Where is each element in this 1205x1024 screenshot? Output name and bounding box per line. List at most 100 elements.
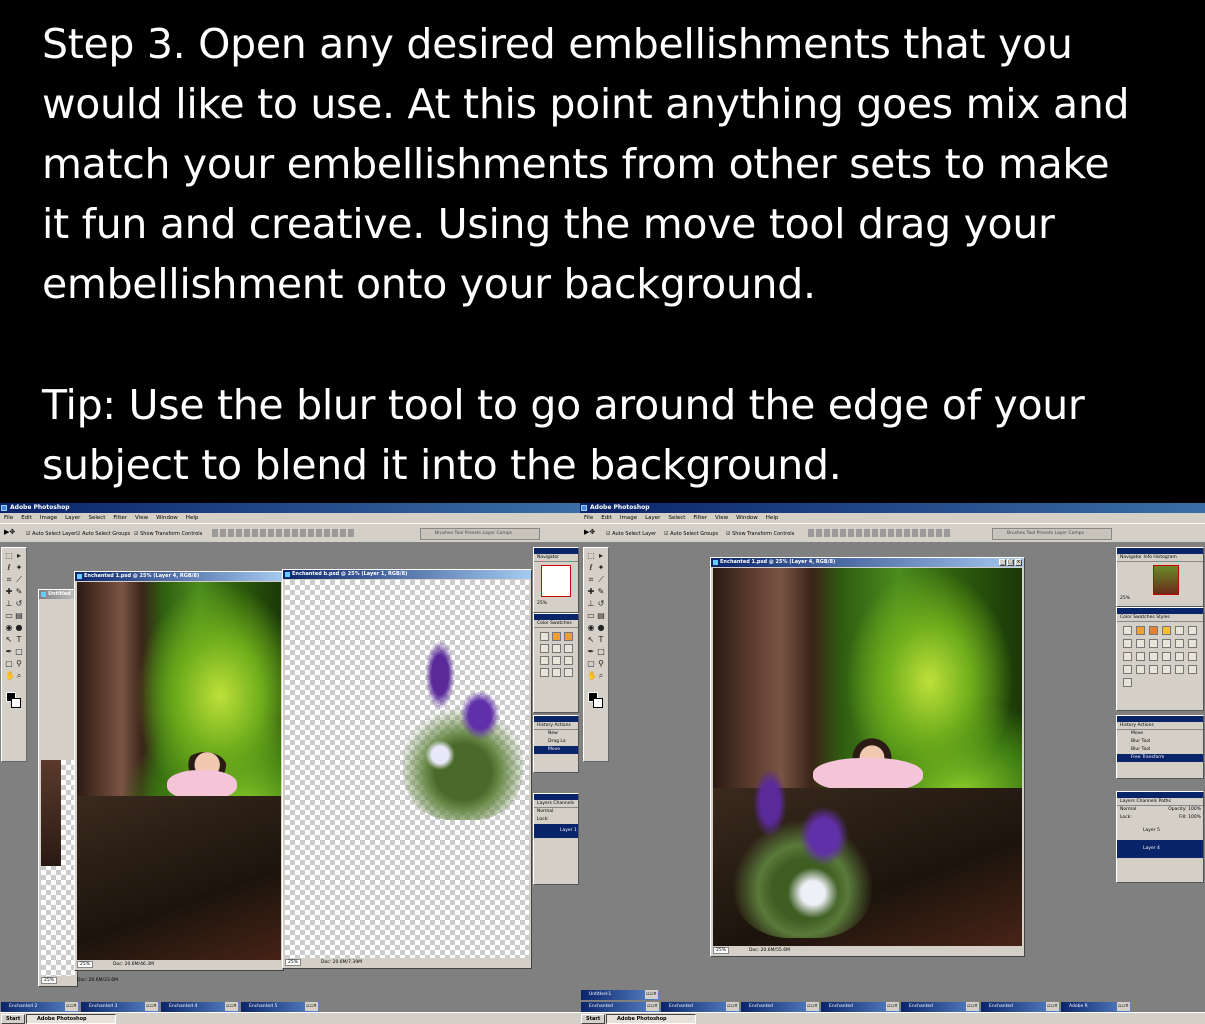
palette-well[interactable]: Brushes Tool Presets Layer Comps (992, 528, 1112, 540)
history-item[interactable]: Move (1117, 730, 1203, 738)
crop-tool-icon[interactable]: ⌗ (587, 576, 595, 584)
color-tabs[interactable]: Color Swatches (534, 620, 578, 628)
heal-tool-icon[interactable]: ✚ (587, 588, 595, 596)
move-tool-icon[interactable]: ▸ (15, 552, 23, 560)
palette-well[interactable]: Brushes Tool Presets Layer Comps (420, 528, 540, 540)
pen-tool-icon[interactable]: ✒ (5, 648, 13, 656)
menu-image[interactable]: Image (40, 515, 57, 521)
eyedropper-tool-icon[interactable]: ⚲ (15, 660, 23, 668)
path-tool-icon[interactable]: ↖ (5, 636, 13, 644)
menu-image[interactable]: Image (620, 515, 637, 521)
navigator-zoom[interactable]: 25% (534, 600, 578, 608)
dodge-tool-icon[interactable]: ● (597, 624, 605, 632)
menu-layer[interactable]: Layer (65, 515, 80, 521)
move-tool-icon[interactable]: ▶✥ (4, 528, 15, 536)
menu-file[interactable]: File (584, 515, 593, 521)
lasso-tool-icon[interactable]: ℓ (5, 564, 13, 572)
blend-mode-row[interactable]: Normal Opacity: 100% (1117, 806, 1203, 814)
auto-select-groups-checkbox[interactable]: ☑ Auto Select Groups (664, 531, 718, 537)
start-button[interactable]: Start (1, 1014, 26, 1024)
hand-tool-icon[interactable]: ✋ (5, 672, 15, 680)
color-panel[interactable]: Color Swatches Styles (1116, 607, 1204, 711)
hand-tool-icon[interactable]: ✋ (587, 672, 597, 680)
menu-view[interactable]: View (135, 515, 148, 521)
history-tabs[interactable]: History Actions (534, 722, 578, 730)
show-transform-controls-checkbox[interactable]: ☑ Show Transform Controls (726, 531, 794, 537)
minimized-doc[interactable]: Adobe R (1061, 1002, 1131, 1012)
history-panel[interactable]: History Actions Move Blur Tool Blur Tool… (1116, 715, 1204, 779)
slice-tool-icon[interactable]: ⟋ (597, 576, 605, 584)
blur-tool-icon[interactable]: ◉ (587, 624, 595, 632)
doc-window-flower[interactable]: Enchanted b.psd @ 25% (Layer 1, RGB/8) 2… (282, 569, 532, 969)
history-item[interactable]: Drag La (534, 738, 578, 746)
toolbox[interactable]: ⬚ ▸ ℓ ✦ ⌗ ⟋ ✚ ✎ ⊥ ↺ ▭ ▤ ◉ ● ↖ T ✒ □ ▢ ⚲ … (583, 547, 609, 762)
wand-tool-icon[interactable]: ✦ (15, 564, 23, 572)
marquee-tool-icon[interactable]: ⬚ (5, 552, 13, 560)
minimized-doc[interactable]: Enchanted 3 (81, 1002, 159, 1012)
minimized-doc[interactable]: Enchanted (741, 1002, 820, 1012)
eraser-tool-icon[interactable]: ▭ (587, 612, 595, 620)
stamp-tool-icon[interactable]: ⊥ (587, 600, 595, 608)
history-item[interactable]: Blur Tool (1117, 738, 1203, 746)
history-item[interactable]: New (534, 730, 578, 738)
blur-tool-icon[interactable]: ◉ (5, 624, 13, 632)
background-color-swatch[interactable] (593, 698, 603, 708)
history-brush-icon[interactable]: ↺ (597, 600, 605, 608)
brush-tool-icon[interactable]: ✎ (597, 588, 605, 596)
shape-tool-icon[interactable]: □ (597, 648, 605, 656)
history-tabs[interactable]: History Actions (1117, 722, 1203, 730)
blend-mode-select[interactable]: Normal (534, 808, 578, 816)
notes-tool-icon[interactable]: ▢ (5, 660, 13, 668)
notes-tool-icon[interactable]: ▢ (587, 660, 595, 668)
pen-tool-icon[interactable]: ✒ (587, 648, 595, 656)
history-panel[interactable]: History Actions New Drag La Move (533, 715, 579, 773)
gradient-tool-icon[interactable]: ▤ (597, 612, 605, 620)
history-item[interactable]: Blur Tool (1117, 746, 1203, 754)
history-item[interactable]: Free Transform (1117, 754, 1203, 762)
minimized-doc[interactable]: Enchanted (901, 1002, 980, 1012)
minimized-doc[interactable]: Enchanted (581, 1002, 660, 1012)
eraser-tool-icon[interactable]: ▭ (5, 612, 13, 620)
menu-filter[interactable]: Filter (693, 515, 707, 521)
menu-filter[interactable]: Filter (113, 515, 127, 521)
type-tool-icon[interactable]: T (15, 636, 23, 644)
color-panel[interactable]: Color Swatches (533, 613, 579, 713)
zoom-tool-icon[interactable]: ⌕ (15, 672, 23, 680)
gradient-tool-icon[interactable]: ▤ (15, 612, 23, 620)
menu-edit[interactable]: Edit (601, 515, 612, 521)
color-tabs[interactable]: Color Swatches Styles (1117, 614, 1203, 622)
show-transform-controls-checkbox[interactable]: ☑ Show Transform Controls (134, 531, 202, 537)
maximize-button[interactable]: □ (1007, 559, 1014, 566)
minimized-doc[interactable]: Enchanted (981, 1002, 1060, 1012)
history-item[interactable]: Move (534, 746, 578, 754)
toolbox[interactable]: ⬚ ▸ ℓ ✦ ⌗ ⟋ ✚ ✎ ⊥ ↺ ▭ ▤ ◉ ● ↖ T ✒ □ ▢ ⚲ … (1, 547, 27, 762)
doc-window-composite[interactable]: Enchanted 1.psd @ 25% (Layer 4, RGB/8) _… (710, 557, 1025, 957)
layers-tabs[interactable]: Layers Channels Paths (1117, 798, 1203, 806)
taskbar-item-photoshop[interactable]: Adobe Photoshop (26, 1014, 116, 1024)
move-tool-icon[interactable]: ▶✥ (584, 528, 595, 536)
dodge-tool-icon[interactable]: ● (15, 624, 23, 632)
menu-select[interactable]: Select (668, 515, 685, 521)
layer-row[interactable]: Layer 1 (534, 824, 578, 838)
menu-view[interactable]: View (715, 515, 728, 521)
start-button[interactable]: Start (581, 1014, 606, 1024)
close-button[interactable]: × (1015, 559, 1022, 566)
minimized-doc[interactable]: Enchanted (821, 1002, 900, 1012)
auto-select-groups-checkbox[interactable]: ☑ Auto Select Groups (76, 531, 130, 537)
history-brush-icon[interactable]: ↺ (15, 600, 23, 608)
menu-window[interactable]: Window (736, 515, 758, 521)
menu-edit[interactable]: Edit (21, 515, 32, 521)
type-tool-icon[interactable]: T (597, 636, 605, 644)
doc-window-background[interactable]: Enchanted 1.psd @ 25% (Layer 4, RGB/8) 2… (74, 571, 284, 971)
minimized-doc[interactable]: Enchanted 2 (1, 1002, 79, 1012)
path-tool-icon[interactable]: ↖ (587, 636, 595, 644)
forest-canvas[interactable] (77, 582, 281, 960)
shape-tool-icon[interactable]: □ (15, 648, 23, 656)
auto-select-layer-checkbox[interactable]: ☑ Auto Select Layer (26, 531, 76, 537)
layer-row[interactable]: Layer 4 (1117, 840, 1203, 858)
minimized-doc[interactable]: Enchanted 5 (241, 1002, 319, 1012)
brush-tool-icon[interactable]: ✎ (15, 588, 23, 596)
layers-tabs[interactable]: Layers Channels (534, 800, 578, 808)
minimized-doc[interactable]: Enchanted 4 (161, 1002, 239, 1012)
auto-select-layer-checkbox[interactable]: ☑ Auto Select Layer (606, 531, 656, 537)
